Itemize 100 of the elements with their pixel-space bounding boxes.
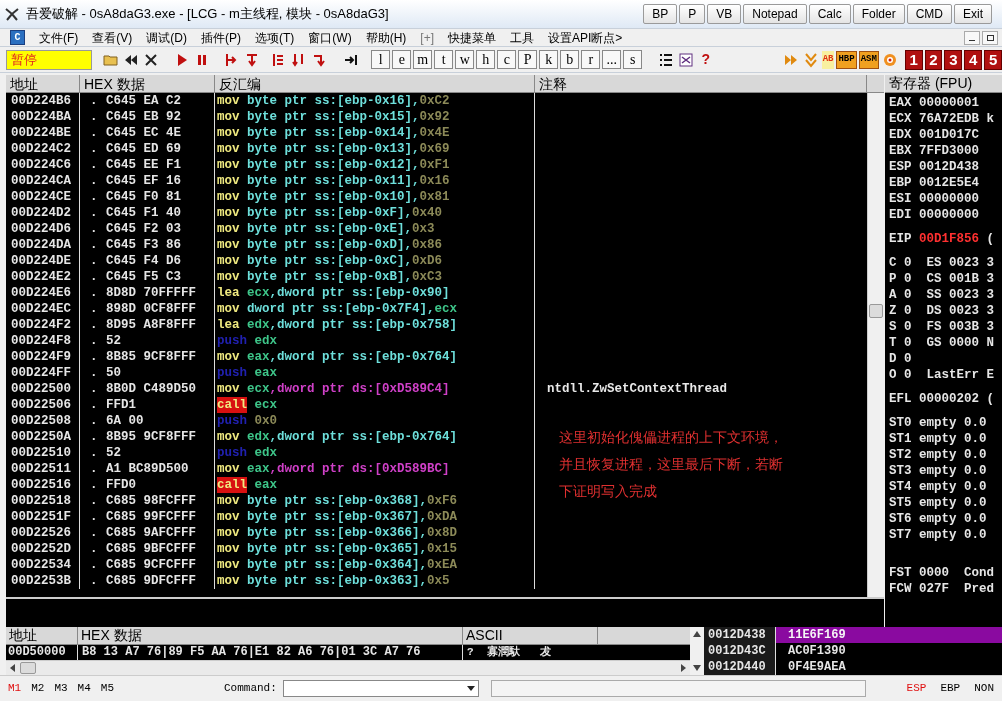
menu-item[interactable]: 快捷菜单 xyxy=(448,28,496,47)
menu-item[interactable]: 帮助(H) xyxy=(365,28,407,47)
scrollbar[interactable] xyxy=(867,93,884,597)
marker-cell-text: . xyxy=(89,413,99,429)
base-tab[interactable]: NON xyxy=(974,680,994,697)
window-button[interactable]: k xyxy=(539,50,559,69)
menu-item[interactable]: 调试(D) xyxy=(146,28,187,47)
menu-item[interactable]: 文件(F) xyxy=(39,28,79,47)
window-button[interactable]: m xyxy=(413,50,433,69)
app-logo-icon: C xyxy=(10,30,25,45)
menu-item[interactable]: 插件(P) xyxy=(201,28,241,47)
address-cell: 00D224DA xyxy=(6,237,80,253)
marker-cell-text: . xyxy=(89,573,99,589)
window-button[interactable]: w xyxy=(455,50,475,69)
address-cell: 00D224F9 xyxy=(6,349,80,365)
instruction-cell: push edx xyxy=(215,445,535,461)
fpu-line: ST3 empty 0.0 xyxy=(889,463,988,479)
hex-cell: C645 EF 16 xyxy=(106,173,215,189)
window-button[interactable]: ... xyxy=(602,50,622,69)
flag-line: T 0 GS 0000 N xyxy=(889,335,996,351)
hex-cell: C685 98FCFFF xyxy=(106,493,215,509)
plugin-button[interactable]: AB xyxy=(821,50,835,69)
hex-cell: C685 99FCFFF xyxy=(106,509,215,525)
address-cell: 00D224C6 xyxy=(6,157,80,173)
title-button[interactable]: Exit xyxy=(954,4,992,24)
number-button[interactable]: 2 xyxy=(924,49,943,70)
minimize-button[interactable] xyxy=(964,30,980,45)
up-arrow-icon[interactable] xyxy=(693,631,701,637)
column-header[interactable]: 地址 xyxy=(6,627,78,644)
left-arrow-icon[interactable] xyxy=(8,663,18,673)
base-tab[interactable]: EBP xyxy=(940,680,961,697)
menu-item[interactable]: 设置API断点> xyxy=(548,28,623,47)
menu-item[interactable]: 窗口(W) xyxy=(308,28,352,47)
title-button[interactable]: BP xyxy=(643,4,678,24)
horizontal-scrollbar[interactable] xyxy=(6,660,690,675)
register-line: EBX 7FFD3000 xyxy=(889,143,981,159)
window-button[interactable]: P xyxy=(518,50,538,69)
number-button[interactable]: 3 xyxy=(944,49,963,70)
instruction-cell: mov byte ptr ss:[ebp-0x12],0xF1 xyxy=(215,157,535,173)
address-cell: 00D22506 xyxy=(6,397,80,413)
address-cell: 00D224DE xyxy=(6,253,80,269)
marker-cell-text: . xyxy=(89,221,99,237)
window-button[interactable]: t xyxy=(434,50,454,69)
window-button[interactable]: b xyxy=(560,50,580,69)
hex-cell: C645 F2 03 xyxy=(106,221,215,237)
instruction-cell: mov byte ptr ss:[ebp-0x363],0x5 xyxy=(215,573,535,589)
window-button[interactable]: e xyxy=(392,50,412,69)
address-cell: 00D224E2 xyxy=(6,269,80,285)
memory-tab[interactable]: M2 xyxy=(31,680,45,697)
column-header[interactable]: ASCII xyxy=(463,627,598,644)
title-button[interactable]: CMD xyxy=(906,4,952,24)
hex-cell: C645 EB 92 xyxy=(106,109,215,125)
window-button[interactable]: h xyxy=(476,50,496,69)
flag-line: A 0 SS 0023 3 xyxy=(889,287,996,303)
app-icon xyxy=(4,6,20,22)
down-arrow-icon[interactable] xyxy=(693,665,701,671)
right-arrow-icon[interactable] xyxy=(678,663,688,673)
hex-cell: C645 F3 86 xyxy=(106,237,215,253)
window-button[interactable]: l xyxy=(371,50,391,69)
number-button[interactable]: 5 xyxy=(984,49,1002,70)
fpu-line: ST6 empty 0.0 xyxy=(889,511,988,527)
instruction-cell: mov byte ptr ss:[ebp-0x13],0x69 xyxy=(215,141,535,157)
title-button[interactable]: P xyxy=(679,4,706,24)
dropdown-caret-icon[interactable] xyxy=(466,686,475,691)
instruction-cell: mov byte ptr ss:[ebp-0x15],0x92 xyxy=(215,109,535,125)
memory-tab[interactable]: M4 xyxy=(77,680,91,697)
menu-item[interactable]: 工具 xyxy=(510,28,534,47)
scroll-thumb[interactable] xyxy=(869,304,883,318)
title-button[interactable]: Notepad xyxy=(743,4,807,24)
window-button[interactable]: r xyxy=(581,50,601,69)
number-button[interactable]: 1 xyxy=(904,49,923,70)
marker-cell-text: . xyxy=(89,269,99,285)
marker-cell-text: . xyxy=(89,445,99,461)
title-button[interactable]: Folder xyxy=(852,4,905,24)
plugin-button[interactable]: ASM xyxy=(858,50,879,69)
hex-cell: C645 EE F1 xyxy=(106,157,215,173)
window-button[interactable]: s xyxy=(623,50,643,69)
restore-button[interactable] xyxy=(982,30,998,45)
memory-tab[interactable]: M1 xyxy=(8,680,22,697)
hex-cell: 50 xyxy=(106,365,215,381)
memory-tab[interactable]: M5 xyxy=(100,680,114,697)
annotation-line: 下证明写入完成 xyxy=(559,482,658,501)
base-tab[interactable]: ESP xyxy=(906,680,927,697)
grid-icon[interactable] xyxy=(677,50,696,69)
address-cell: 00D2250A xyxy=(6,429,80,445)
help-button[interactable]: ? xyxy=(697,50,715,69)
marker-cell-text: . xyxy=(89,461,99,477)
scroll-thumb[interactable] xyxy=(20,662,36,674)
column-header[interactable]: HEX 数据 xyxy=(78,627,463,644)
title-button[interactable]: VB xyxy=(707,4,742,24)
hex-cell: C685 9DFCFFF xyxy=(106,573,215,589)
number-button[interactable]: 4 xyxy=(964,49,983,70)
memory-tab[interactable]: M3 xyxy=(54,680,68,697)
menu-item[interactable]: 查看(V) xyxy=(92,28,133,47)
menu-item[interactable]: 选项(T) xyxy=(255,28,295,47)
title-button[interactable]: Calc xyxy=(808,4,851,24)
menu-item[interactable]: [+] xyxy=(420,28,434,47)
window-button[interactable]: c xyxy=(497,50,517,69)
instruction-cell: push eax xyxy=(215,365,535,381)
plugin-button[interactable]: HBP xyxy=(836,50,857,69)
